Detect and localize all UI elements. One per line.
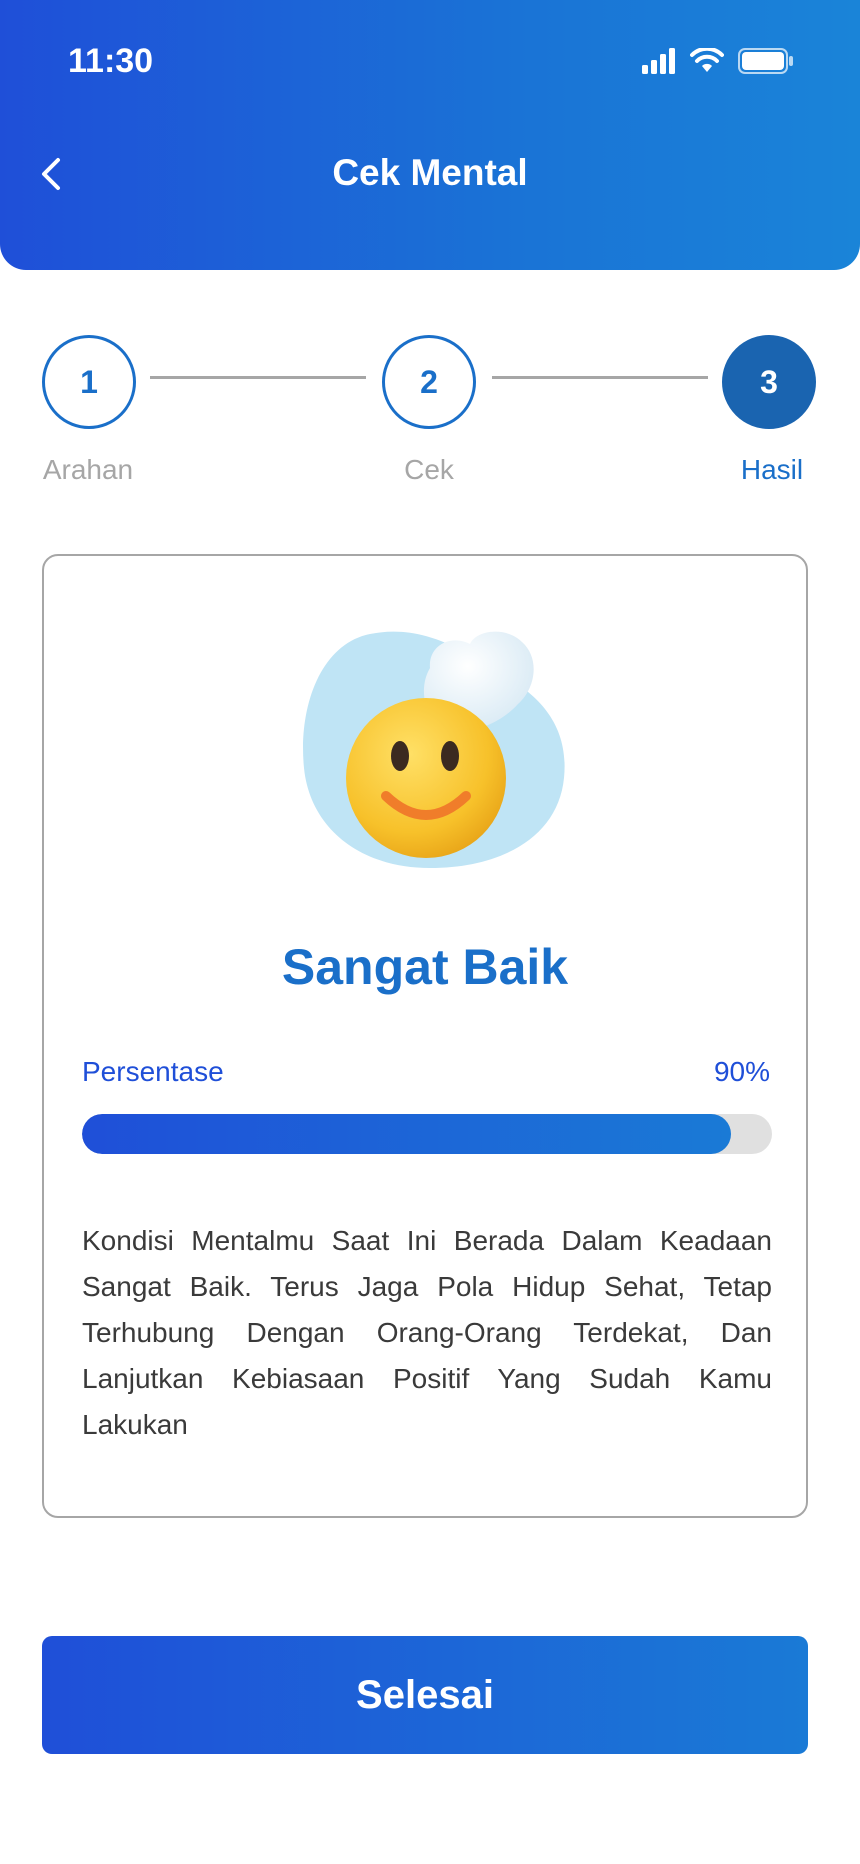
finish-button[interactable]: Selesai bbox=[42, 1636, 808, 1754]
progress-bar bbox=[82, 1114, 772, 1154]
step-number: 1 bbox=[80, 363, 98, 400]
step-2-label: Cek bbox=[404, 454, 454, 485]
step-3-label: Hasil bbox=[740, 454, 804, 485]
step-number: 2 bbox=[420, 363, 438, 400]
stepper: 1 2 3 Arahan Cek Hasil bbox=[0, 330, 860, 500]
step-number: 3 bbox=[760, 363, 778, 400]
page-title: Cek Mental bbox=[332, 152, 528, 193]
header: 11:30 Cek Mental bbox=[0, 0, 860, 270]
result-description: Kondisi Mentalmu Saat Ini Berada Dalam K… bbox=[82, 1225, 772, 1440]
progress-fill bbox=[82, 1114, 731, 1154]
result-title: Sangat Baik bbox=[281, 939, 569, 995]
status-time: 11:30 bbox=[68, 42, 154, 80]
result-card: Sangat Baik Persentase 90% Kondisi Menta… bbox=[42, 554, 808, 1518]
wifi-icon bbox=[690, 48, 724, 72]
step-connector bbox=[150, 376, 366, 379]
step-connector bbox=[492, 376, 708, 379]
step-2-indicator: 2 bbox=[382, 335, 476, 429]
percentage-value: 90% bbox=[713, 1056, 770, 1087]
finish-button-label: Selesai bbox=[356, 1672, 494, 1717]
step-1-label: Arahan bbox=[42, 454, 134, 485]
signal-icon bbox=[642, 48, 675, 74]
status-icons bbox=[642, 48, 794, 74]
battery-icon bbox=[738, 48, 793, 74]
smiley-emoji-illustration bbox=[300, 628, 570, 888]
step-1-indicator: 1 bbox=[42, 335, 136, 429]
step-3-indicator: 3 bbox=[722, 335, 816, 429]
percentage-label: Persentase bbox=[82, 1056, 224, 1087]
